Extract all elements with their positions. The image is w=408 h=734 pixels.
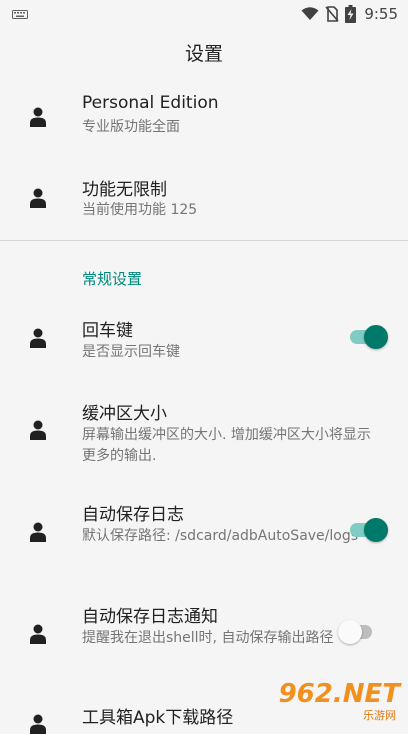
app-bar: 设置	[0, 28, 408, 76]
item-title: 自动保存日志	[82, 505, 184, 525]
person-icon	[30, 624, 46, 644]
item-subtitle: 是否显示回车键	[82, 344, 180, 360]
watermark-logo: 962.NET 乐游网	[254, 679, 404, 723]
watermark-subtext: 乐游网	[363, 709, 396, 722]
person-icon	[30, 107, 46, 127]
item-title: 自动保存日志通知	[82, 607, 218, 627]
status-time: 9:55	[364, 5, 398, 23]
no-sim-icon	[325, 6, 339, 22]
item-title: 工具箱Apk下载路径	[82, 708, 234, 728]
item-title: 缓冲区大小	[82, 404, 167, 424]
person-icon	[30, 420, 46, 440]
battery-charging-icon	[345, 5, 357, 23]
item-subtitle: 默认保存路径: /sdcard/adbAutoSave/logs	[82, 528, 359, 544]
person-icon	[30, 188, 46, 208]
person-icon	[30, 714, 46, 734]
item-title: 回车键	[82, 321, 133, 341]
item-subtitle: 提醒我在退出shell时, 自动保存输出路径	[82, 630, 334, 646]
page-title: 设置	[184, 42, 223, 65]
item-title: Personal Edition	[82, 93, 219, 113]
person-icon	[30, 522, 46, 542]
setting-auto-save-log[interactable]: 自动保存日志 默认保存路径: /sdcard/adbAutoSave/logs	[0, 490, 408, 580]
toggle-thumb	[338, 620, 362, 644]
auto-save-log-toggle[interactable]	[348, 518, 388, 542]
divider	[0, 240, 408, 241]
toggle-thumb	[364, 518, 388, 542]
item-title: 功能无限制	[82, 180, 167, 200]
item-subtitle: 当前使用功能 125	[82, 202, 198, 218]
keyboard-icon	[12, 10, 28, 19]
wifi-icon	[301, 7, 319, 20]
person-icon	[30, 328, 46, 348]
status-bar: 9:55	[0, 0, 408, 28]
list-item-unlimited[interactable]: 功能无限制 当前使用功能 125	[0, 162, 408, 238]
watermark-text: 962.NET	[278, 679, 400, 709]
auto-save-notify-toggle[interactable]	[338, 620, 378, 644]
item-subtitle: 屏幕输出缓冲区的大小. 增加缓冲区大小将显示更多的输出.	[82, 427, 371, 464]
item-subtitle: 专业版功能全面	[82, 119, 180, 135]
enter-key-toggle[interactable]	[348, 325, 388, 349]
setting-buffer-size[interactable]: 缓冲区大小 屏幕输出缓冲区的大小. 增加缓冲区大小将显示更多的输出.	[0, 388, 408, 478]
list-item-personal-edition[interactable]: Personal Edition 专业版功能全面	[0, 80, 408, 156]
setting-auto-save-notify[interactable]: 自动保存日志通知 提醒我在退出shell时, 自动保存输出路径	[0, 592, 408, 682]
setting-enter-key[interactable]: 回车键 是否显示回车键	[0, 306, 408, 372]
toggle-thumb	[364, 325, 388, 349]
section-header: 常规设置	[82, 270, 143, 288]
